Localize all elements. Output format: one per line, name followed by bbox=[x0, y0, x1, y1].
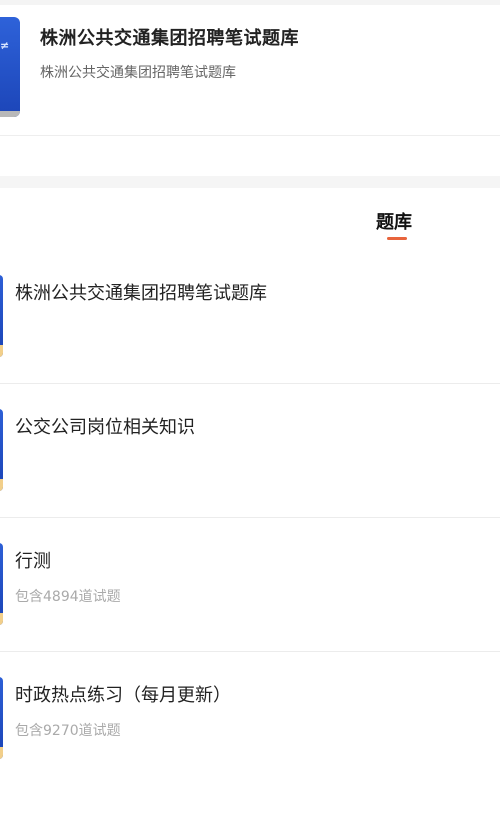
item-count: 包含9270道试题 bbox=[15, 723, 121, 739]
tab-bar: 题库 bbox=[0, 188, 500, 248]
item-cover-foot bbox=[0, 747, 3, 759]
item-cover-foot bbox=[0, 479, 3, 491]
item-cover-image bbox=[0, 543, 3, 625]
header-subtitle: 株洲公共交通集团招聘笔试题库 bbox=[40, 65, 236, 81]
list-item[interactable]: 行测 包含4894道试题 bbox=[0, 518, 500, 652]
item-cover-foot bbox=[0, 345, 3, 357]
cover-foot bbox=[0, 111, 20, 117]
exam-bank-header[interactable]: ≠ 株洲公共交通集团招聘笔试题库 株洲公共交通集团招聘笔试题库 bbox=[0, 5, 500, 136]
item-cover-image bbox=[0, 409, 3, 491]
page: ≠ 株洲公共交通集团招聘笔试题库 株洲公共交通集团招聘笔试题库 题库 株洲公共交… bbox=[0, 0, 500, 830]
item-count: 包含4894道试题 bbox=[15, 589, 121, 605]
tab-question-bank[interactable]: 题库 bbox=[376, 208, 412, 234]
item-title: 行测 bbox=[15, 551, 51, 572]
active-tab-indicator bbox=[387, 237, 407, 240]
list-item[interactable]: 时政热点练习（每月更新） 包含9270道试题 bbox=[0, 652, 500, 785]
list-item[interactable]: 公交公司岗位相关知识 bbox=[0, 384, 500, 518]
item-cover-image bbox=[0, 275, 3, 357]
item-title: 株洲公共交通集团招聘笔试题库 bbox=[15, 283, 267, 304]
item-title: 公交公司岗位相关知识 bbox=[15, 417, 195, 438]
question-bank-list: 株洲公共交通集团招聘笔试题库 公交公司岗位相关知识 行测 包含4894道试题 时… bbox=[0, 250, 500, 785]
book-cover-image: ≠ bbox=[0, 17, 20, 117]
section-divider bbox=[0, 176, 500, 188]
list-item[interactable]: 株洲公共交通集团招聘笔试题库 bbox=[0, 250, 500, 384]
cover-mark-icon: ≠ bbox=[0, 39, 10, 52]
header-title: 株洲公共交通集团招聘笔试题库 bbox=[40, 28, 299, 49]
item-title: 时政热点练习（每月更新） bbox=[15, 685, 231, 706]
item-cover-foot bbox=[0, 613, 3, 625]
item-cover-image bbox=[0, 677, 3, 759]
